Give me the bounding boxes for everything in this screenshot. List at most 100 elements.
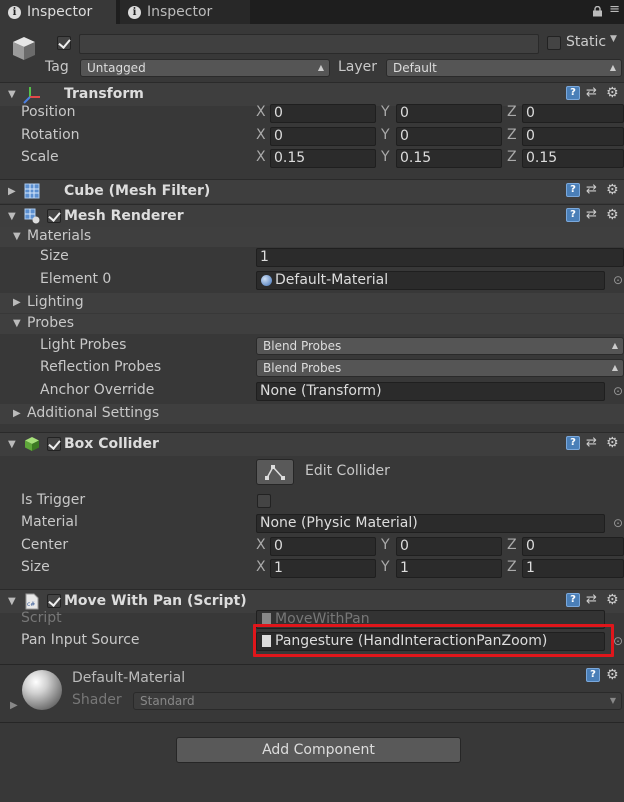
- center-y-field[interactable]: 0: [396, 537, 502, 556]
- object-picker-icon[interactable]: ⊙: [613, 516, 623, 530]
- transform-title: Transform: [64, 86, 144, 102]
- axis-z-label[interactable]: Z: [507, 559, 517, 575]
- is-trigger-checkbox[interactable]: [257, 494, 271, 508]
- dropdown-arrows-icon: ▲: [317, 63, 324, 72]
- axis-x-label[interactable]: X: [256, 537, 266, 553]
- size-y-field[interactable]: 1: [396, 559, 502, 578]
- position-z-field[interactable]: 0: [522, 104, 624, 123]
- center-x-field[interactable]: 0: [270, 537, 376, 556]
- preset-icon[interactable]: ⇄: [586, 436, 600, 450]
- object-picker-icon[interactable]: ⊙: [613, 273, 623, 287]
- static-checkbox[interactable]: [547, 36, 561, 50]
- rotation-x-field[interactable]: 0: [270, 127, 376, 146]
- position-x-field[interactable]: 0: [270, 104, 376, 123]
- fold-open-icon[interactable]: ▼: [13, 231, 21, 242]
- menu-icon[interactable]: ≡: [609, 2, 620, 17]
- preset-icon[interactable]: ⇄: [586, 208, 600, 222]
- center-z-field[interactable]: 0: [522, 537, 624, 556]
- shader-dropdown[interactable]: Standard ▼: [133, 692, 622, 710]
- gear-icon[interactable]: ⚙: [606, 593, 620, 607]
- fold-open-icon[interactable]: ▼: [8, 89, 16, 100]
- gear-icon[interactable]: ⚙: [606, 86, 620, 100]
- axis-x-label[interactable]: X: [256, 104, 266, 120]
- help-icon[interactable]: ?: [566, 208, 580, 222]
- add-component-button[interactable]: Add Component: [176, 737, 461, 763]
- size-label: Size: [21, 559, 50, 575]
- fold-closed-icon[interactable]: ▶: [13, 408, 21, 419]
- box-collider-title: Box Collider: [64, 436, 159, 452]
- mesh-filter-header[interactable]: ▶ Cube (Mesh Filter) ? ⇄ ⚙: [0, 179, 624, 203]
- axis-y-label[interactable]: Y: [381, 559, 390, 575]
- gear-icon[interactable]: ⚙: [606, 436, 620, 450]
- rotation-label: Rotation: [21, 127, 80, 143]
- help-icon[interactable]: ?: [586, 668, 600, 682]
- box-collider-header[interactable]: ▼ Box Collider ? ⇄ ⚙: [0, 432, 624, 456]
- mesh-renderer-header[interactable]: ▼ Mesh Renderer ? ⇄ ⚙: [0, 204, 624, 228]
- axis-y-label[interactable]: Y: [381, 104, 390, 120]
- materials-label: Materials: [27, 228, 92, 244]
- help-icon[interactable]: ?: [566, 593, 580, 607]
- help-icon[interactable]: ?: [566, 436, 580, 450]
- lighting-foldout[interactable]: ▶ Lighting: [0, 293, 624, 313]
- fold-open-icon[interactable]: ▼: [13, 318, 21, 329]
- axis-x-label[interactable]: X: [256, 559, 266, 575]
- element0-object-field[interactable]: Default-Material: [256, 271, 605, 290]
- lock-icon[interactable]: [593, 5, 602, 17]
- object-picker-icon[interactable]: ⊙: [613, 634, 623, 648]
- materials-size-field[interactable]: 1: [256, 248, 624, 267]
- gear-icon[interactable]: ⚙: [606, 208, 620, 222]
- rotation-y-field[interactable]: 0: [396, 127, 502, 146]
- rotation-z-field[interactable]: 0: [522, 127, 624, 146]
- size-z-field[interactable]: 1: [522, 559, 624, 578]
- preset-icon[interactable]: ⇄: [586, 86, 600, 100]
- help-icon[interactable]: ?: [566, 86, 580, 100]
- scale-x-field[interactable]: 0.15: [270, 149, 376, 168]
- scale-y-field[interactable]: 0.15: [396, 149, 502, 168]
- fold-open-icon[interactable]: ▼: [8, 596, 16, 607]
- static-dropdown-arrow-icon[interactable]: ▼: [610, 34, 617, 44]
- position-y-field[interactable]: 0: [396, 104, 502, 123]
- edit-collider-button[interactable]: [256, 459, 294, 485]
- probes-foldout[interactable]: ▼ Probes: [0, 314, 624, 334]
- axis-x-label[interactable]: X: [256, 149, 266, 165]
- gear-icon[interactable]: ⚙: [606, 183, 620, 197]
- collider-material-object-field[interactable]: None (Physic Material): [256, 514, 605, 533]
- move-with-pan-enabled-checkbox[interactable]: [47, 594, 61, 608]
- anchor-override-object-field[interactable]: None (Transform): [256, 382, 605, 401]
- fold-closed-icon[interactable]: ▶: [10, 700, 18, 711]
- tab-inspector-2[interactable]: i Inspector: [120, 0, 250, 24]
- help-icon[interactable]: ?: [566, 183, 580, 197]
- axis-y-label[interactable]: Y: [381, 127, 390, 143]
- preset-icon[interactable]: ⇄: [586, 593, 600, 607]
- object-picker-icon[interactable]: ⊙: [613, 384, 623, 398]
- fold-open-icon[interactable]: ▼: [8, 211, 16, 222]
- gameobject-active-checkbox[interactable]: [57, 36, 71, 50]
- axis-y-label[interactable]: Y: [381, 537, 390, 553]
- axis-z-label[interactable]: Z: [507, 537, 517, 553]
- axis-z-label[interactable]: Z: [507, 127, 517, 143]
- transform-header[interactable]: ▼ Transform ? ⇄ ⚙: [0, 82, 624, 106]
- preset-icon[interactable]: ⇄: [586, 183, 600, 197]
- axis-z-label[interactable]: Z: [507, 104, 517, 120]
- fold-closed-icon[interactable]: ▶: [13, 297, 21, 308]
- scale-z-field[interactable]: 0.15: [522, 149, 624, 168]
- axis-z-label[interactable]: Z: [507, 149, 517, 165]
- axis-x-label[interactable]: X: [256, 127, 266, 143]
- gear-icon[interactable]: ⚙: [606, 668, 620, 682]
- tab-inspector-1[interactable]: i Inspector: [0, 0, 116, 24]
- fold-open-icon[interactable]: ▼: [8, 439, 16, 450]
- materials-foldout[interactable]: ▼ Materials: [0, 227, 624, 247]
- box-collider-enabled-checkbox[interactable]: [47, 437, 61, 451]
- size-x-field[interactable]: 1: [270, 559, 376, 578]
- layer-dropdown[interactable]: Default ▲: [386, 59, 622, 77]
- fold-closed-icon[interactable]: ▶: [8, 186, 16, 197]
- mesh-renderer-enabled-checkbox[interactable]: [47, 209, 61, 223]
- reflection-probes-dropdown[interactable]: Blend Probes ▲: [256, 359, 624, 377]
- axis-y-label[interactable]: Y: [381, 149, 390, 165]
- gameobject-name-input[interactable]: [79, 34, 539, 54]
- light-probes-dropdown[interactable]: Blend Probes ▲: [256, 337, 624, 355]
- tag-label: Tag: [45, 59, 69, 75]
- tag-dropdown[interactable]: Untagged ▲: [80, 59, 330, 77]
- additional-settings-foldout[interactable]: ▶ Additional Settings: [0, 404, 624, 424]
- script-label: Script: [21, 610, 62, 626]
